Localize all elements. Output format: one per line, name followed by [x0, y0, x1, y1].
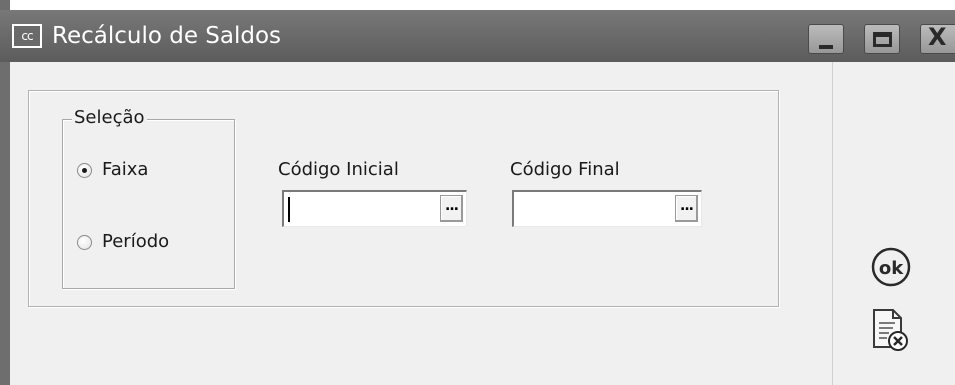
- recalculo-window: cc Recálculo de Saldos X Seleção Faixa P…: [0, 0, 955, 385]
- window-title: Recálculo de Saldos: [52, 23, 282, 49]
- codigo-final-label: Código Final: [510, 159, 620, 180]
- codigo-inicial-field[interactable]: ...: [282, 190, 467, 227]
- main-content: Seleção Faixa Período Código Inicial ...…: [10, 62, 832, 385]
- codigo-inicial-lookup-button[interactable]: ...: [440, 195, 463, 222]
- cancel-button[interactable]: [871, 307, 909, 353]
- maximize-button[interactable]: [864, 24, 900, 54]
- minimize-button[interactable]: [808, 24, 844, 54]
- radio-faixa-label[interactable]: Faixa: [102, 158, 148, 182]
- selection-legend: Seleção: [72, 106, 147, 130]
- maximize-icon: [873, 32, 892, 47]
- app-icon: cc: [12, 24, 42, 48]
- codigo-inicial-label: Código Inicial: [278, 159, 399, 180]
- radio-faixa[interactable]: Faixa: [77, 158, 148, 182]
- document-cancel-icon: [873, 309, 908, 351]
- selection-fieldset: [62, 119, 235, 289]
- ok-button[interactable]: ok: [870, 246, 912, 288]
- action-panel: ok: [832, 62, 955, 385]
- radio-periodo-label[interactable]: Período: [102, 230, 169, 254]
- close-icon: X: [928, 23, 947, 51]
- radio-faixa-button[interactable]: [77, 162, 92, 178]
- codigo-final-input[interactable]: [517, 195, 657, 223]
- minimize-icon: [819, 45, 833, 49]
- codigo-inicial-input[interactable]: [287, 195, 427, 223]
- title-bar[interactable]: cc Recálculo de Saldos X: [0, 10, 955, 62]
- radio-periodo[interactable]: Período: [77, 230, 169, 254]
- radio-periodo-button[interactable]: [77, 234, 92, 250]
- ok-label: ok: [879, 258, 904, 279]
- close-button[interactable]: X: [920, 23, 955, 54]
- ok-circle-icon: ok: [871, 247, 911, 287]
- codigo-final-lookup-button[interactable]: ...: [675, 195, 698, 222]
- codigo-final-field[interactable]: ...: [512, 190, 702, 227]
